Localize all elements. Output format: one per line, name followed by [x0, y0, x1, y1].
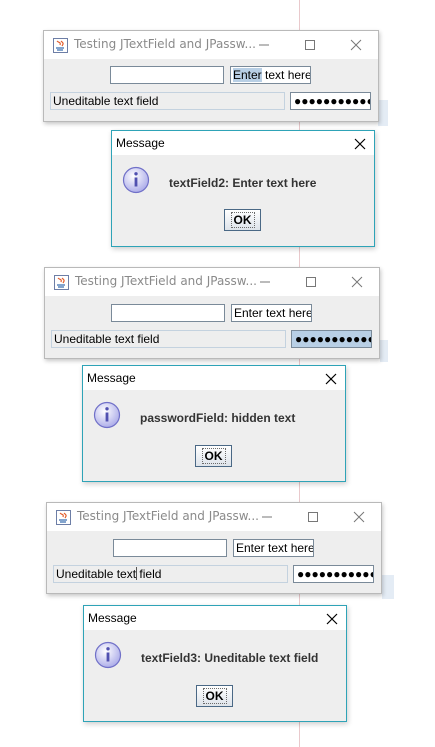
java-app-icon [56, 510, 71, 525]
minimize-icon [260, 281, 270, 283]
dialog-title: Message [87, 371, 136, 385]
password-field[interactable]: ●●●●●●●●●●● [291, 330, 372, 348]
dialog-message: passwordField: hidden text [140, 411, 296, 425]
window-title: Testing JTextField and JPassw... [74, 37, 256, 51]
background-strip [378, 100, 388, 126]
password-field[interactable]: ●●●●●●●●●●● [293, 565, 374, 583]
close-button[interactable] [337, 268, 377, 296]
main-window: Testing JTextField and JPassw... Enter t… [46, 502, 382, 594]
information-icon [93, 401, 121, 429]
java-app-icon [54, 275, 69, 290]
close-icon [350, 39, 362, 51]
dialog-message: textField3: Uneditable text field [141, 651, 319, 665]
close-button[interactable] [336, 31, 376, 59]
ok-label: OK [230, 212, 255, 228]
text-field-1[interactable] [110, 66, 224, 84]
maximize-icon [305, 40, 315, 50]
close-button[interactable] [339, 503, 379, 531]
maximize-button[interactable] [291, 268, 331, 296]
dialog-titlebar[interactable]: Message [83, 366, 345, 390]
main-window: Testing JTextField and JPassw... Enter t… [43, 30, 379, 122]
dialog-titlebar[interactable]: Message [84, 606, 346, 630]
background-strip [380, 340, 388, 362]
uneditable-text-field: Uneditable text field [51, 330, 286, 348]
ok-label: OK [201, 448, 226, 464]
password-field[interactable]: ●●●●●●●●●●● [290, 92, 371, 110]
close-icon[interactable] [323, 371, 339, 387]
message-dialog: Message textField2: Enter text here OK [111, 130, 375, 247]
information-icon [94, 641, 122, 669]
text-field-2[interactable]: Enter text here [231, 304, 312, 322]
dialog-message: textField2: Enter text here [169, 176, 317, 190]
text-field-1[interactable] [111, 304, 225, 322]
uneditable-text-field: Uneditable text field [50, 92, 285, 110]
minimize-icon [262, 516, 272, 518]
text-field-2[interactable]: Enter text here [230, 66, 311, 84]
uneditable-text-part1: Uneditable text [56, 567, 137, 581]
uneditable-text-field: Uneditable text field [53, 565, 288, 583]
close-icon [353, 511, 365, 523]
window-titlebar[interactable]: Testing JTextField and JPassw... [47, 503, 381, 531]
selected-text: Enter [233, 68, 262, 82]
window-title: Testing JTextField and JPassw... [77, 509, 259, 523]
text-field-2[interactable]: Enter text here [233, 539, 314, 557]
java-app-icon [53, 38, 68, 53]
maximize-icon [308, 512, 318, 522]
main-window: Testing JTextField and JPassw... Enter t… [44, 267, 380, 359]
background-strip [382, 575, 394, 599]
minimize-button[interactable] [244, 31, 284, 59]
maximize-icon [306, 277, 316, 287]
ok-label: OK [202, 688, 227, 704]
minimize-icon [259, 44, 269, 46]
dialog-title: Message [116, 136, 165, 150]
text-field-1[interactable] [113, 539, 227, 557]
message-dialog: Message textField3: Uneditable text fiel… [83, 605, 347, 722]
close-icon [351, 276, 363, 288]
minimize-button[interactable] [245, 268, 285, 296]
close-icon[interactable] [352, 136, 368, 152]
text-field-2-rest: text here [261, 68, 311, 82]
maximize-button[interactable] [293, 503, 333, 531]
window-titlebar[interactable]: Testing JTextField and JPassw... [45, 268, 379, 296]
dialog-titlebar[interactable]: Message [112, 131, 374, 155]
dialog-title: Message [88, 611, 137, 625]
minimize-button[interactable] [247, 503, 287, 531]
message-dialog: Message passwordField: hidden text OK [82, 365, 346, 482]
window-titlebar[interactable]: Testing JTextField and JPassw... [44, 31, 378, 59]
ok-button[interactable]: OK [196, 685, 233, 707]
close-icon[interactable] [324, 611, 340, 627]
ok-button[interactable]: OK [195, 445, 232, 467]
uneditable-text-part2: field [136, 567, 162, 581]
ok-button[interactable]: OK [224, 209, 261, 231]
maximize-button[interactable] [290, 31, 330, 59]
window-title: Testing JTextField and JPassw... [75, 274, 257, 288]
information-icon [122, 166, 150, 194]
